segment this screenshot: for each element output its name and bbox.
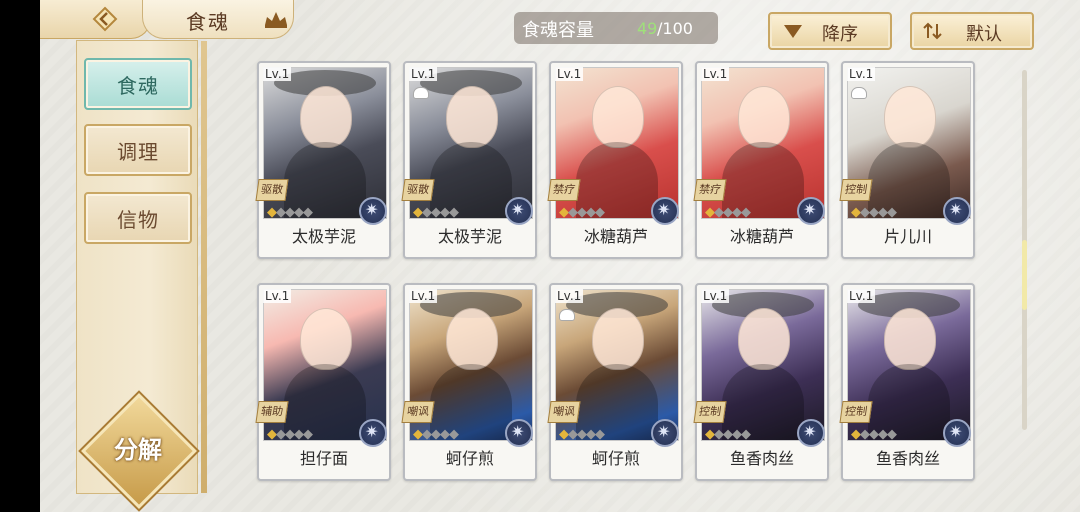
star-rating: ◆◆◆◆◆ <box>851 427 897 442</box>
soul-card[interactable]: Lv.1 控制 ◆◆◆◆◆ 鱼香肉丝 <box>839 283 975 481</box>
card-level: Lv.1 <box>701 289 730 303</box>
star-rating: ◆◆◆◆◆ <box>267 205 313 220</box>
card-name: 太极芋泥 <box>437 227 502 246</box>
star-rating: ◆◆◆◆◆ <box>413 205 459 220</box>
role-tag: 控制 <box>839 401 873 423</box>
card-name: 担仔面 <box>299 449 348 468</box>
sidebar-item-training[interactable]: 调理 <box>84 124 192 176</box>
soul-card[interactable]: Lv.1 驱散 ◆◆◆◆◆ 太极芋泥 <box>255 61 391 259</box>
role-tag: 辅助 <box>255 401 289 423</box>
scrollbar-thumb[interactable] <box>1022 240 1027 310</box>
page-title: 食魂 <box>186 10 230 34</box>
lock-icon <box>559 309 575 321</box>
element-badge-icon <box>505 419 533 447</box>
card-level: Lv.1 <box>555 289 584 303</box>
capacity-count: 49 <box>637 19 658 38</box>
card-name: 鱼香肉丝 <box>875 449 940 468</box>
card-level: Lv.1 <box>263 289 292 303</box>
card-level: Lv.1 <box>701 67 730 81</box>
card-level: Lv.1 <box>409 67 438 81</box>
card-level: Lv.1 <box>847 67 876 81</box>
element-badge-icon <box>943 419 971 447</box>
star-rating: ◆◆◆◆◆ <box>851 205 897 220</box>
element-badge-icon <box>359 197 387 225</box>
decompose-label: 分解 <box>114 436 162 464</box>
lock-icon <box>851 87 867 99</box>
sort-default-button[interactable]: 默认 <box>910 12 1034 50</box>
card-level: Lv.1 <box>409 289 438 303</box>
card-level: Lv.1 <box>555 67 584 81</box>
soul-card[interactable]: Lv.1 禁疗 ◆◆◆◆◆ 冰糖葫芦 <box>547 61 683 259</box>
soul-card[interactable]: Lv.1 嘲讽 ◆◆◆◆◆ 蚵仔煎 <box>401 283 537 481</box>
role-tag: 驱散 <box>255 179 289 201</box>
soul-card[interactable]: Lv.1 控制 ◆◆◆◆◆ 鱼香肉丝 <box>693 283 829 481</box>
card-name: 冰糖葫芦 <box>729 227 794 246</box>
sidebar-item-label: 调理 <box>117 140 159 164</box>
sidebar-item-label: 食魂 <box>117 74 159 98</box>
card-name: 蚵仔煎 <box>445 449 494 468</box>
soul-card[interactable]: Lv.1 驱散 ◆◆◆◆◆ 太极芋泥 <box>401 61 537 259</box>
star-rating: ◆◆◆◆◆ <box>559 427 605 442</box>
star-rating: ◆◆◆◆◆ <box>705 427 751 442</box>
star-rating: ◆◆◆◆◆ <box>413 427 459 442</box>
soul-card[interactable]: Lv.1 嘲讽 ◆◆◆◆◆ 蚵仔煎 <box>547 283 683 481</box>
element-badge-icon <box>943 197 971 225</box>
role-tag: 禁疗 <box>693 179 727 201</box>
element-badge-icon <box>505 197 533 225</box>
crown-icon <box>265 12 287 28</box>
card-name: 蚵仔煎 <box>591 449 640 468</box>
capacity-label: 食魂容量 <box>522 20 594 41</box>
lock-icon <box>413 87 429 99</box>
element-badge-icon <box>797 419 825 447</box>
role-tag: 禁疗 <box>547 179 581 201</box>
element-badge-icon <box>797 197 825 225</box>
role-tag: 嘲讽 <box>401 401 435 423</box>
sort-desc-button[interactable]: 降序 <box>768 12 892 50</box>
back-arrow-icon[interactable] <box>92 6 118 32</box>
role-tag: 控制 <box>693 401 727 423</box>
card-name: 鱼香肉丝 <box>729 449 794 468</box>
element-badge-icon <box>359 419 387 447</box>
sidebar-item-label: 信物 <box>117 208 159 232</box>
element-badge-icon <box>651 197 679 225</box>
card-name: 冰糖葫芦 <box>583 227 648 246</box>
card-level: Lv.1 <box>263 67 292 81</box>
sort-down-icon <box>784 25 802 38</box>
card-level: Lv.1 <box>847 289 876 303</box>
sort-desc-label: 降序 <box>822 24 858 45</box>
sidebar-item-token[interactable]: 信物 <box>84 192 192 244</box>
sort-default-label: 默认 <box>966 24 1002 45</box>
star-rating: ◆◆◆◆◆ <box>267 427 313 442</box>
swap-arrows-icon <box>923 22 942 40</box>
capacity-max: /100 <box>657 19 693 38</box>
soul-card[interactable]: Lv.1 禁疗 ◆◆◆◆◆ 冰糖葫芦 <box>693 61 829 259</box>
soul-card[interactable]: Lv.1 辅助 ◆◆◆◆◆ 担仔面 <box>255 283 391 481</box>
screen-edge <box>0 0 40 512</box>
star-rating: ◆◆◆◆◆ <box>559 205 605 220</box>
element-badge-icon <box>651 419 679 447</box>
role-tag: 控制 <box>839 179 873 201</box>
card-name: 太极芋泥 <box>291 227 356 246</box>
role-tag: 驱散 <box>401 179 435 201</box>
star-rating: ◆◆◆◆◆ <box>705 205 751 220</box>
soul-card[interactable]: Lv.1 控制 ◆◆◆◆◆ 片儿川 <box>839 61 975 259</box>
role-tag: 嘲讽 <box>547 401 581 423</box>
sidebar-item-soul[interactable]: 食魂 <box>84 58 192 110</box>
card-name: 片儿川 <box>883 227 932 246</box>
